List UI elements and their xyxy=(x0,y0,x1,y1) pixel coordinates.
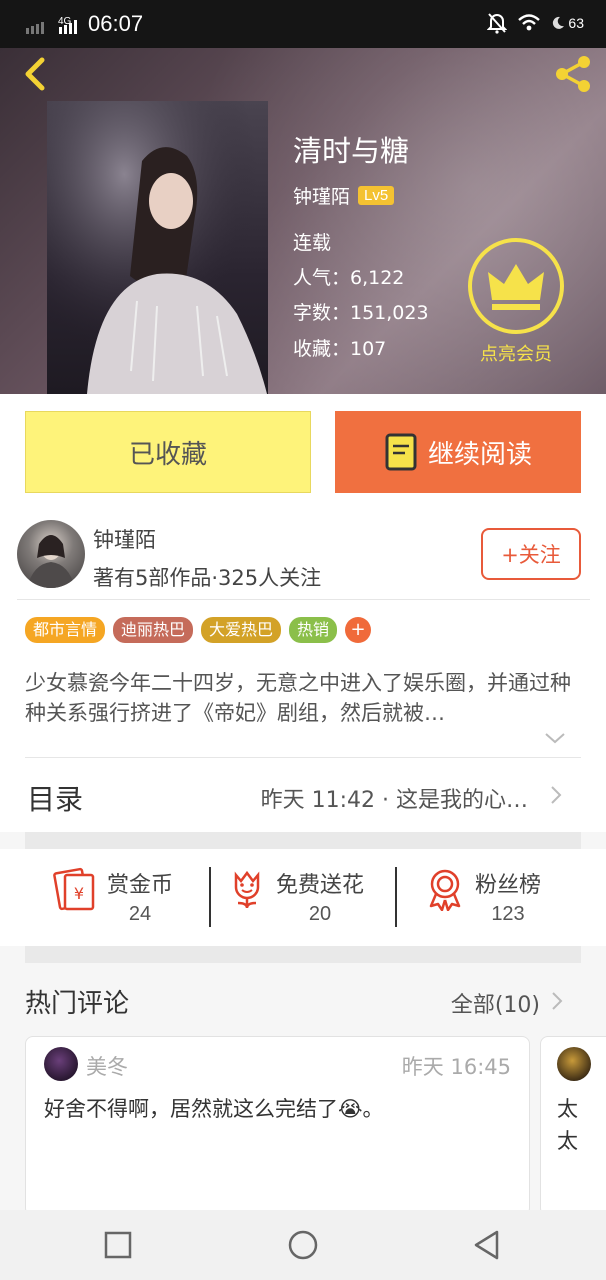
clock: 06:07 xyxy=(88,11,144,36)
favorited-button[interactable]: 已收藏 xyxy=(25,411,311,493)
rewards-row: ¥ 赏金币 24 免费送花 20 粉丝榜 123 xyxy=(0,849,606,946)
section-divider xyxy=(25,946,581,963)
follow-button[interactable]: +关注 xyxy=(481,528,581,580)
table-of-contents-row[interactable]: 目录 昨天 11:42 · 这是我的心… xyxy=(0,758,606,832)
book-description[interactable]: 少女慕瓷今年二十四岁，无意之中进入了娱乐圈，并通过种种关系强行挤进了《帝妃》剧组… xyxy=(25,668,585,728)
chevron-down-icon[interactable] xyxy=(543,730,567,746)
cover-image xyxy=(47,101,268,394)
hot-comments-title: 热门评论 xyxy=(25,989,130,1019)
fan-ranking-button[interactable]: 粉丝榜 123 xyxy=(425,867,541,926)
reward-count: 20 xyxy=(308,903,332,925)
comment-card[interactable]: 美冬 昨天 16:45 好舍不得啊，居然就这么完结了😭。 xyxy=(25,1036,530,1216)
continue-reading-label: 继续阅读 xyxy=(427,439,532,470)
comment-text: 好舍不得啊，居然就这么完结了😭。 xyxy=(44,1097,384,1121)
tag-item[interactable]: 大爱热巴 xyxy=(201,617,282,643)
bell-muted-icon xyxy=(487,13,508,34)
book-author[interactable]: 钟瑾陌 xyxy=(293,182,350,209)
all-comments-link[interactable]: 全部(10) xyxy=(451,987,540,1019)
author-name[interactable]: 钟瑾陌 xyxy=(93,524,156,554)
book-header: 清时与糖 钟瑾陌 Lv5 连载 人气：6,122 字数：151,023 收藏：1… xyxy=(0,48,606,394)
continue-reading-button[interactable]: 继续阅读 xyxy=(335,411,581,493)
vip-button[interactable]: 点亮会员 xyxy=(466,238,566,366)
toc-latest-chapter: 昨天 11:42 · 这是我的心… xyxy=(260,788,528,813)
book-title: 清时与糖 xyxy=(293,134,410,168)
vip-label: 点亮会员 xyxy=(480,344,552,365)
chevron-right-icon[interactable] xyxy=(550,991,564,1011)
commenter-avatar[interactable] xyxy=(557,1047,591,1081)
book-word-count: 字数：151,023 xyxy=(293,302,429,324)
book-status: 连载 xyxy=(293,232,332,254)
chevron-right-icon xyxy=(551,786,562,804)
system-nav-bar xyxy=(0,1210,606,1280)
signal-icon: 4G xyxy=(26,16,77,34)
crown-icon xyxy=(468,238,564,334)
comment-card[interactable]: 太太 xyxy=(540,1036,606,1216)
svg-text:¥: ¥ xyxy=(74,884,84,903)
author-section: 钟瑾陌 著有5部作品·325人关注 +关注 xyxy=(0,510,606,600)
book-cover[interactable] xyxy=(47,101,268,394)
flower-icon xyxy=(234,870,260,909)
status-bar: 4G 06:07 63 xyxy=(0,0,606,48)
tag-item[interactable]: 热销 xyxy=(289,617,338,643)
book-icon xyxy=(385,433,417,471)
wifi-icon xyxy=(518,14,541,31)
author-level-badge: Lv5 xyxy=(358,186,395,205)
toc-title: 目录 xyxy=(27,783,84,816)
comment-text: 太太 xyxy=(557,1097,578,1153)
section-divider xyxy=(25,832,581,849)
reward-coins-button[interactable]: ¥ 赏金币 24 xyxy=(53,867,173,926)
reward-label: 粉丝榜 xyxy=(475,873,542,898)
author-avatar[interactable] xyxy=(17,520,85,588)
back-arrow-icon[interactable] xyxy=(14,52,54,96)
divider xyxy=(209,867,211,927)
medal-icon xyxy=(429,869,461,911)
home-icon[interactable] xyxy=(286,1228,320,1262)
send-flowers-button[interactable]: 免费送花 20 xyxy=(228,867,364,926)
book-popularity: 人气：6,122 xyxy=(293,267,405,289)
commenter-name[interactable]: 美冬 xyxy=(86,1051,128,1081)
author-meta: 著有5部作品·325人关注 xyxy=(93,566,322,590)
more-tags-button[interactable]: + xyxy=(345,617,372,643)
back-icon[interactable] xyxy=(470,1228,504,1262)
battery-level: 63 xyxy=(568,15,584,31)
moon-icon xyxy=(553,16,565,29)
reward-count: 123 xyxy=(491,903,525,925)
red-envelope-icon: ¥ xyxy=(53,867,95,911)
book-author-row: 钟瑾陌 Lv5 xyxy=(293,182,395,209)
reward-label: 免费送花 xyxy=(276,873,365,898)
tag-list: 都市言情 迪丽热巴 大爱热巴 热销 + xyxy=(25,617,372,643)
tag-item[interactable]: 都市言情 xyxy=(25,617,106,643)
commenter-avatar[interactable] xyxy=(44,1047,78,1081)
comment-time: 昨天 16:45 xyxy=(401,1055,511,1079)
reward-label: 赏金币 xyxy=(107,873,174,898)
book-favorites: 收藏：107 xyxy=(293,338,387,360)
hot-comments-section: 热门评论 全部(10) 美冬 昨天 16:45 好舍不得啊，居然就这么完结了😭。… xyxy=(0,963,606,1216)
reward-count: 24 xyxy=(128,903,152,925)
divider xyxy=(395,867,397,927)
tag-item[interactable]: 迪丽热巴 xyxy=(113,617,194,643)
share-icon[interactable] xyxy=(550,52,596,96)
recent-apps-icon[interactable] xyxy=(101,1228,135,1262)
